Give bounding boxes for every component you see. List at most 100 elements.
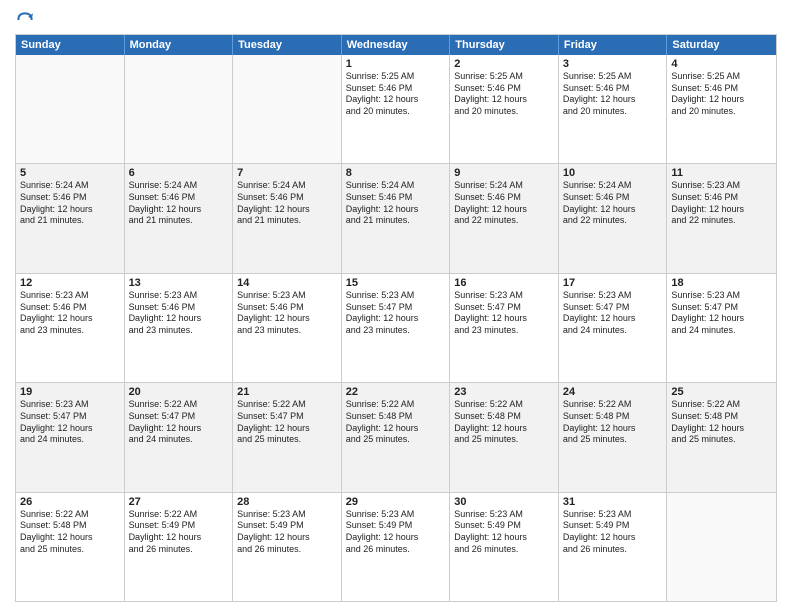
day-number: 25 (671, 386, 772, 398)
daylight-text2: and 26 minutes. (454, 544, 554, 556)
day-number: 13 (129, 277, 229, 289)
daylight-text: Daylight: 12 hours (20, 313, 120, 325)
daylight-text2: and 25 minutes. (20, 544, 120, 556)
daylight-text2: and 25 minutes. (671, 434, 772, 446)
sunrise-text: Sunrise: 5:23 AM (671, 180, 772, 192)
daylight-text: Daylight: 12 hours (129, 423, 229, 435)
daylight-text2: and 25 minutes. (454, 434, 554, 446)
daylight-text: Daylight: 12 hours (671, 94, 772, 106)
calendar-cell: 21Sunrise: 5:22 AMSunset: 5:47 PMDayligh… (233, 383, 342, 491)
calendar-row-4: 26Sunrise: 5:22 AMSunset: 5:48 PMDayligh… (16, 493, 776, 601)
sunset-text: Sunset: 5:46 PM (346, 192, 446, 204)
calendar-cell: 9Sunrise: 5:24 AMSunset: 5:46 PMDaylight… (450, 164, 559, 272)
daylight-text: Daylight: 12 hours (671, 313, 772, 325)
day-number: 5 (20, 167, 120, 179)
sunrise-text: Sunrise: 5:24 AM (563, 180, 663, 192)
sunrise-text: Sunrise: 5:23 AM (671, 290, 772, 302)
daylight-text: Daylight: 12 hours (563, 94, 663, 106)
sunset-text: Sunset: 5:47 PM (20, 411, 120, 423)
sunrise-text: Sunrise: 5:25 AM (563, 71, 663, 83)
daylight-text2: and 23 minutes. (346, 325, 446, 337)
day-number: 27 (129, 496, 229, 508)
daylight-text: Daylight: 12 hours (454, 313, 554, 325)
daylight-text: Daylight: 12 hours (671, 423, 772, 435)
day-number: 18 (671, 277, 772, 289)
daylight-text2: and 24 minutes. (20, 434, 120, 446)
daylight-text: Daylight: 12 hours (20, 204, 120, 216)
daylight-text: Daylight: 12 hours (454, 94, 554, 106)
sunset-text: Sunset: 5:46 PM (563, 192, 663, 204)
calendar-cell: 2Sunrise: 5:25 AMSunset: 5:46 PMDaylight… (450, 55, 559, 163)
sunrise-text: Sunrise: 5:25 AM (454, 71, 554, 83)
logo (15, 10, 39, 30)
day-number: 29 (346, 496, 446, 508)
daylight-text2: and 24 minutes. (671, 325, 772, 337)
sunrise-text: Sunrise: 5:24 AM (20, 180, 120, 192)
daylight-text2: and 26 minutes. (563, 544, 663, 556)
calendar-cell: 13Sunrise: 5:23 AMSunset: 5:46 PMDayligh… (125, 274, 234, 382)
sunrise-text: Sunrise: 5:23 AM (563, 509, 663, 521)
daylight-text: Daylight: 12 hours (346, 532, 446, 544)
day-number: 17 (563, 277, 663, 289)
daylight-text: Daylight: 12 hours (454, 532, 554, 544)
calendar-cell (16, 55, 125, 163)
daylight-text: Daylight: 12 hours (346, 423, 446, 435)
day-number: 12 (20, 277, 120, 289)
calendar-cell: 1Sunrise: 5:25 AMSunset: 5:46 PMDaylight… (342, 55, 451, 163)
daylight-text: Daylight: 12 hours (563, 532, 663, 544)
sunrise-text: Sunrise: 5:24 AM (346, 180, 446, 192)
calendar-row-2: 12Sunrise: 5:23 AMSunset: 5:46 PMDayligh… (16, 274, 776, 383)
daylight-text2: and 21 minutes. (20, 215, 120, 227)
calendar-cell (233, 55, 342, 163)
sunrise-text: Sunrise: 5:23 AM (454, 290, 554, 302)
calendar-row-0: 1Sunrise: 5:25 AMSunset: 5:46 PMDaylight… (16, 55, 776, 164)
sunset-text: Sunset: 5:46 PM (346, 83, 446, 95)
sunrise-text: Sunrise: 5:23 AM (237, 509, 337, 521)
daylight-text2: and 20 minutes. (346, 106, 446, 118)
day-number: 22 (346, 386, 446, 398)
calendar-cell: 7Sunrise: 5:24 AMSunset: 5:46 PMDaylight… (233, 164, 342, 272)
sunset-text: Sunset: 5:47 PM (346, 302, 446, 314)
calendar-cell (667, 493, 776, 601)
calendar-cell: 31Sunrise: 5:23 AMSunset: 5:49 PMDayligh… (559, 493, 668, 601)
daylight-text2: and 20 minutes. (454, 106, 554, 118)
daylight-text: Daylight: 12 hours (671, 204, 772, 216)
sunrise-text: Sunrise: 5:23 AM (346, 509, 446, 521)
day-number: 24 (563, 386, 663, 398)
sunrise-text: Sunrise: 5:23 AM (129, 290, 229, 302)
daylight-text: Daylight: 12 hours (563, 423, 663, 435)
daylight-text2: and 20 minutes. (671, 106, 772, 118)
daylight-text2: and 21 minutes. (129, 215, 229, 227)
calendar-row-1: 5Sunrise: 5:24 AMSunset: 5:46 PMDaylight… (16, 164, 776, 273)
calendar-row-3: 19Sunrise: 5:23 AMSunset: 5:47 PM Dayligh… (16, 383, 776, 492)
sunset-text: Sunset: 5:48 PM (454, 411, 554, 423)
day-number: 14 (237, 277, 337, 289)
sunrise-text: Sunrise: 5:25 AM (346, 71, 446, 83)
daylight-text2: and 23 minutes. (20, 325, 120, 337)
calendar-cell: 20Sunrise: 5:22 AMSunset: 5:47 PMDayligh… (125, 383, 234, 491)
daylight-text: Daylight: 12 hours (237, 532, 337, 544)
sunrise-text: Sunrise: 5:23 AM (563, 290, 663, 302)
sunrise-text: Sunrise: 5:22 AM (563, 399, 663, 411)
day-number: 16 (454, 277, 554, 289)
daylight-text: Daylight: 12 hours (237, 313, 337, 325)
day-number: 26 (20, 496, 120, 508)
daylight-text: Daylight: 12 hours (237, 204, 337, 216)
day-number: 11 (671, 167, 772, 179)
day-number: 30 (454, 496, 554, 508)
sunrise-text: Sunrise: 5:23 AM (20, 399, 120, 411)
sunset-text: Sunset: 5:49 PM (563, 520, 663, 532)
day-number: 1 (346, 58, 446, 70)
calendar-cell (125, 55, 234, 163)
calendar-cell: 30Sunrise: 5:23 AMSunset: 5:49 PMDayligh… (450, 493, 559, 601)
day-number: 19 (20, 386, 120, 398)
calendar-cell: 27Sunrise: 5:22 AMSunset: 5:49 PMDayligh… (125, 493, 234, 601)
day-number: 9 (454, 167, 554, 179)
sunset-text: Sunset: 5:46 PM (671, 83, 772, 95)
daylight-text: Daylight: 12 hours (454, 204, 554, 216)
header-day-tuesday: Tuesday (233, 35, 342, 55)
day-number: 31 (563, 496, 663, 508)
sunset-text: Sunset: 5:46 PM (20, 302, 120, 314)
day-number: 3 (563, 58, 663, 70)
sunrise-text: Sunrise: 5:22 AM (129, 399, 229, 411)
